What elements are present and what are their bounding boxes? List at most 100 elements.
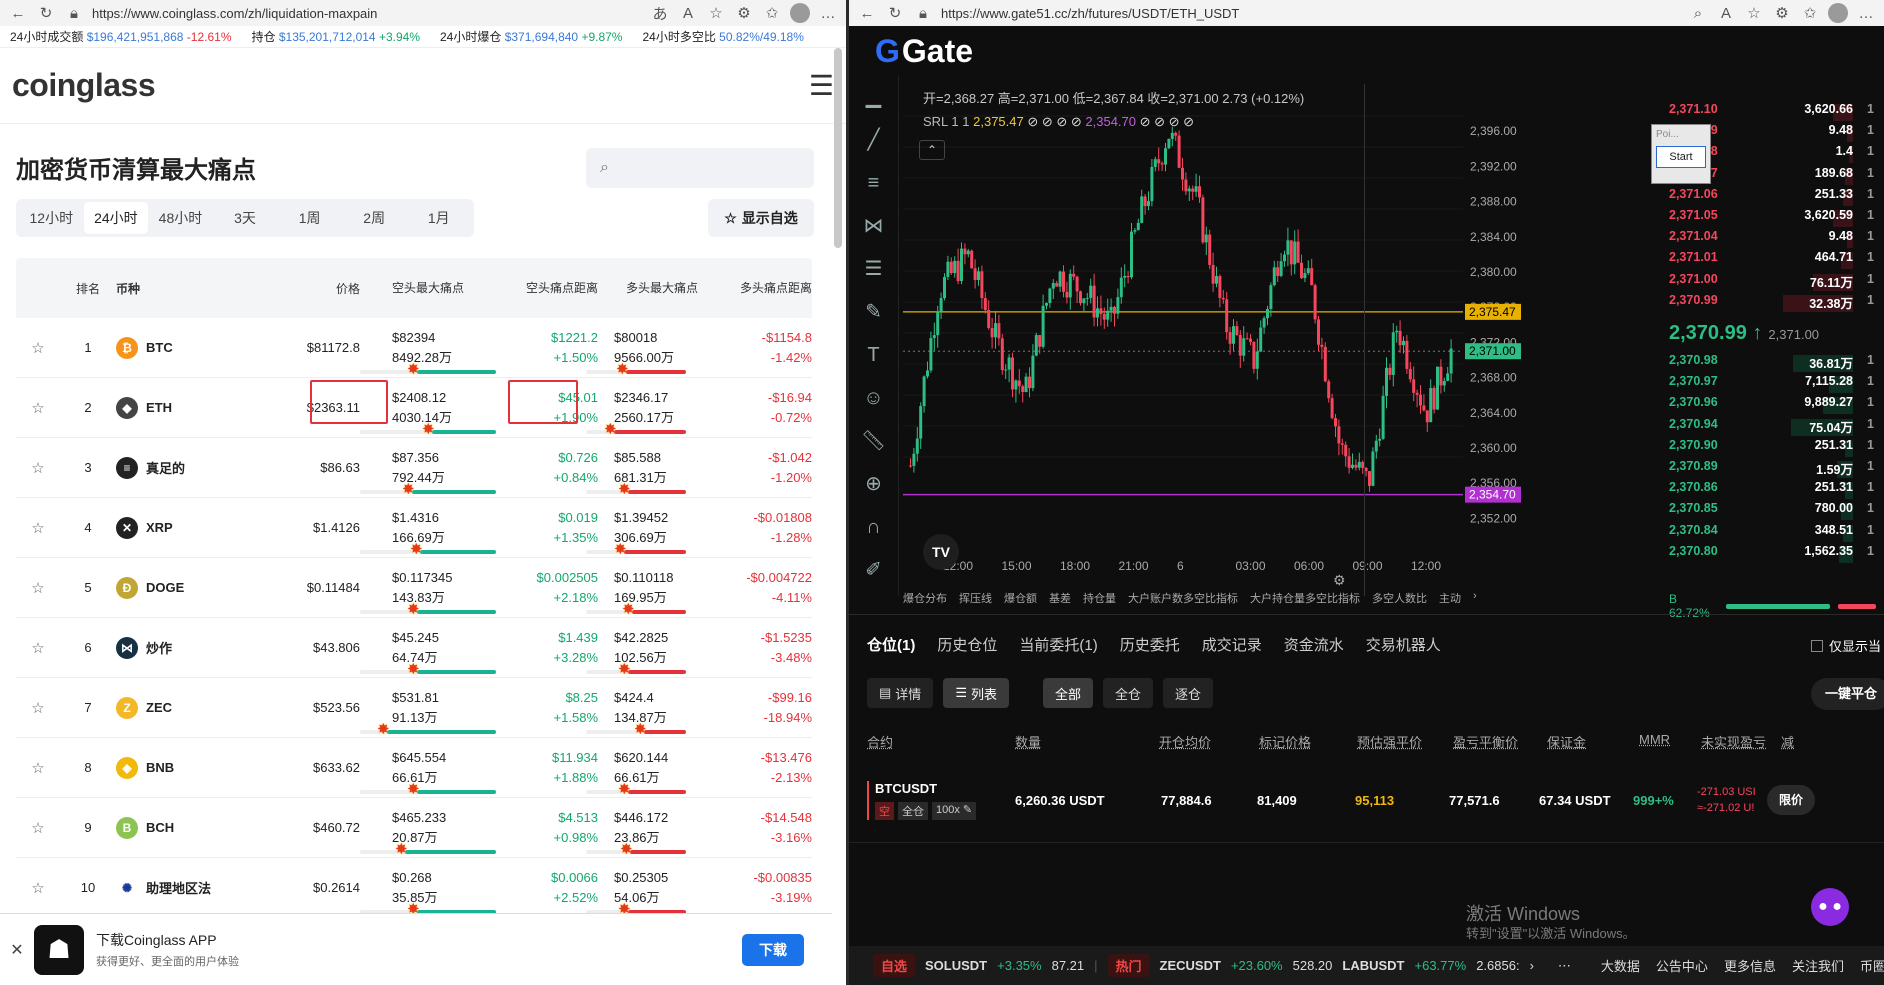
pattern-tool-icon[interactable]: ⋈ [849, 205, 898, 248]
table-row[interactable]: ☆ 2 ◆ ETH $2363.11 $2408.12 4030.14万 $45.01 +1.9… [16, 378, 812, 438]
close-icon[interactable]: ✕ [0, 940, 34, 960]
only-current-toggle[interactable]: 仅显示当 [1811, 636, 1881, 655]
bid-row[interactable]: 2,370.85 780.00 1 [1669, 501, 1884, 522]
coin-cell[interactable]: Z ZEC [116, 696, 226, 719]
coin-cell[interactable]: ⋈ 炒作 [116, 636, 226, 659]
show-favorites-button[interactable]: ☆ 显示自选 [708, 199, 814, 237]
ticker-2-symbol[interactable]: ZECUSDT [1160, 958, 1221, 973]
table-row[interactable]: ☆ 9 B BCH $460.72 $465.233 20.87万 $4.513 +0.98% $… [16, 798, 812, 858]
profile-avatar[interactable] [790, 3, 810, 23]
bid-row[interactable]: 2,370.96 9,889.27 1 [1669, 395, 1884, 416]
margin-all-button[interactable]: 全部 [1042, 678, 1093, 708]
bid-row[interactable]: 2,370.86 251.31 1 [1669, 480, 1884, 501]
bid-row[interactable]: 2,370.89 1.59万 1 [1669, 459, 1884, 480]
extensions-icon[interactable]: ⚙ [734, 4, 754, 22]
position-tab[interactable]: 仓位(1) [867, 634, 915, 655]
column-header[interactable]: 排名 [60, 280, 116, 297]
emoji-tool-icon[interactable]: ☺ [849, 377, 898, 420]
bid-row[interactable]: 2,370.90 251.31 1 [1669, 438, 1884, 459]
url-field[interactable]: https://www.gate51.cc/zh/futures/USDT/ET… [941, 6, 1680, 21]
margin-cross-button[interactable]: 全仓 [1103, 678, 1154, 708]
ask-row[interactable]: 2,371.06 251.33 1 [1669, 187, 1884, 208]
ask-row[interactable]: 2,371.01 464.71 1 [1669, 250, 1884, 271]
ruler-tool-icon[interactable]: 📏︎ [849, 420, 898, 463]
column-header[interactable]: 多头痛点距离 [712, 278, 812, 298]
indicator-tab[interactable]: 基差 [1049, 590, 1071, 606]
coin-cell[interactable]: ◈ BNB [116, 756, 226, 779]
position-symbol[interactable]: BTCUSDT [875, 781, 1015, 796]
indicator-tab[interactable]: 爆仓分布 [903, 590, 947, 606]
back-icon[interactable]: ← [8, 5, 28, 22]
column-header[interactable]: 空头痛点距离 [488, 278, 598, 298]
more-icon[interactable]: … [1856, 5, 1876, 22]
indicator-tab[interactable]: 爆仓额 [1004, 590, 1037, 606]
view-detail-button[interactable]: ▤ 详情 [867, 678, 934, 708]
favorite-star-icon[interactable]: ☆ [16, 399, 60, 417]
view-list-button[interactable]: ☰ 列表 [943, 678, 1009, 708]
coin-cell[interactable]: ≡ 真足的 [116, 456, 226, 479]
favorite-icon[interactable]: ☆ [1744, 4, 1764, 22]
assistant-icon[interactable]: ● ● [1811, 888, 1849, 926]
indicator-tab[interactable]: 大户账户数多空比指标 [1128, 590, 1238, 606]
reload-icon[interactable]: ↻ [885, 4, 905, 22]
coinglass-logo[interactable]: coinglass [12, 67, 156, 104]
profile-avatar[interactable] [1828, 3, 1848, 23]
favorite-star-icon[interactable]: ☆ [16, 819, 60, 837]
table-row[interactable]: ☆ 1 ₿ BTC $81172.8 $82394 8492.28万 $1221.2 +1.50… [16, 318, 812, 378]
zoom-in-icon[interactable]: ⊕ [849, 463, 898, 506]
bid-row[interactable]: 2,370.80 1,562.35 1 [1669, 544, 1884, 565]
close-all-button[interactable]: 一键平仓 [1811, 678, 1884, 710]
collapse-icon[interactable]: ⌃ [919, 140, 945, 160]
zoom-icon[interactable]: ⌕ [1688, 5, 1708, 22]
read-aloud-icon[interactable]: A [678, 5, 698, 22]
checkbox-icon[interactable] [1811, 639, 1823, 652]
tab-5[interactable]: 2周 [342, 202, 407, 234]
column-header[interactable]: 多头最大痛点 [598, 278, 712, 298]
favorite-star-icon[interactable]: ☆ [16, 759, 60, 777]
magnet-icon[interactable]: ∩ [849, 506, 898, 549]
position-tab[interactable]: 历史委托 [1120, 634, 1180, 655]
url-field[interactable]: https://www.coinglass.com/zh/liquidation… [92, 6, 642, 21]
column-header[interactable]: 币种 [116, 280, 226, 297]
indicator-tab[interactable]: 大户持仓量多空比指标 [1250, 590, 1360, 606]
line-tool-icon[interactable]: ╱ [849, 119, 898, 162]
column-header[interactable]: 空头最大痛点 [364, 278, 488, 298]
menu-icon[interactable]: ☰ [809, 69, 834, 102]
favorite-star-icon[interactable]: ☆ [16, 639, 60, 657]
tab-0[interactable]: 12小时 [19, 202, 84, 234]
more-icon[interactable]: … [818, 5, 838, 22]
back-icon[interactable]: ← [857, 5, 877, 22]
limit-close-button[interactable]: 限价 [1767, 785, 1816, 815]
start-button[interactable]: Start [1656, 146, 1706, 168]
brush-tool-icon[interactable]: ✎ [849, 291, 898, 334]
lock-draw-icon[interactable]: ✐ [849, 549, 898, 592]
margin-isolated-button[interactable]: 逐仓 [1163, 678, 1214, 708]
bid-row[interactable]: 2,370.94 75.04万 1 [1669, 417, 1884, 438]
position-tab[interactable]: 当前委托(1) [1019, 634, 1097, 655]
tab-3[interactable]: 3天 [213, 202, 278, 234]
leverage-badge[interactable]: 100x ✎ [932, 801, 977, 820]
lock-icon[interactable]: 🔒︎ [64, 5, 84, 22]
extensions-icon[interactable]: ⚙ [1772, 4, 1792, 22]
popup-input[interactable]: Poi... [1652, 125, 1710, 144]
tab-6[interactable]: 1月 [406, 202, 471, 234]
favorite-star-icon[interactable]: ☆ [16, 519, 60, 537]
coin-cell[interactable]: B BCH [116, 816, 226, 839]
ticker-3-symbol[interactable]: LABUSDT [1342, 958, 1404, 973]
tab-2[interactable]: 48小时 [148, 202, 213, 234]
favorite-star-icon[interactable]: ☆ [16, 339, 60, 357]
footer-link[interactable]: 大数据 [1601, 956, 1640, 975]
text-tool-icon[interactable]: T [849, 334, 898, 377]
hlines-tool-icon[interactable]: ≡ [849, 162, 898, 205]
position-tab[interactable]: 历史仓位 [937, 634, 997, 655]
table-row[interactable]: ☆ 5 Ð DOGE $0.11484 $0.117345 143.83万 $0.002505… [16, 558, 812, 618]
cursor-icon[interactable]: ▁ [849, 76, 898, 119]
bid-row[interactable]: 2,370.98 36.81万 1 [1669, 353, 1884, 374]
reload-icon[interactable]: ↻ [36, 4, 56, 22]
indicator-tab[interactable]: 持仓量 [1083, 590, 1116, 606]
coin-cell[interactable]: ◆ ETH [116, 396, 226, 419]
fib-tool-icon[interactable]: ☰ [849, 248, 898, 291]
position-tab[interactable]: 资金流水 [1284, 634, 1344, 655]
settings-icon[interactable]: ⚙ [1333, 572, 1349, 588]
favorite-star-icon[interactable]: ☆ [16, 699, 60, 717]
